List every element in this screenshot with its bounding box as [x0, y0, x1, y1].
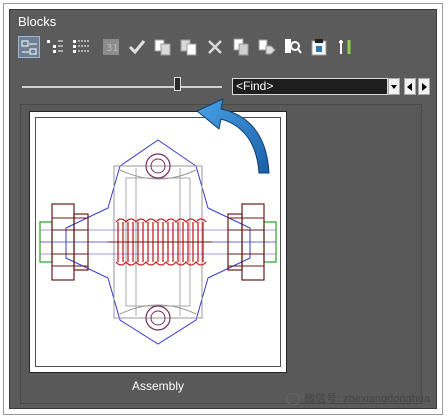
- scroll-left-icon[interactable]: [404, 78, 416, 95]
- find-dropdown-icon[interactable]: [388, 78, 400, 95]
- block-gallery: Assembly: [20, 98, 422, 404]
- tree-view-icon[interactable]: [44, 36, 66, 58]
- svg-text:31: 31: [106, 43, 119, 54]
- thumbnail-size-slider-track[interactable]: [22, 86, 222, 88]
- tools-icon[interactable]: [334, 36, 356, 58]
- checkmark-icon[interactable]: [126, 36, 148, 58]
- clipboard-icon[interactable]: [308, 36, 330, 58]
- insert-block-icon[interactable]: [152, 36, 174, 58]
- callout-arrow-icon: [196, 98, 270, 174]
- scroll-right-icon[interactable]: [418, 78, 430, 95]
- toolbar: 31: [18, 36, 428, 62]
- blocks-panel: Blocks 31 <Find> Assembly: [9, 9, 437, 409]
- replace-block-icon[interactable]: [178, 36, 200, 58]
- wechat-icon: [286, 393, 300, 406]
- panel-title: Blocks: [18, 14, 57, 29]
- copy-block-icon[interactable]: [230, 36, 252, 58]
- thumbnail-view-icon[interactable]: [18, 36, 40, 58]
- thumbnail-label: Assembly: [131, 379, 184, 393]
- watermark: 微信号: zhexiangdonghua: [286, 390, 430, 406]
- watermark-text: 微信号: zhexiangdonghua: [304, 393, 430, 405]
- list-view-icon[interactable]: [70, 36, 92, 58]
- tag-icon[interactable]: [256, 36, 278, 58]
- search-zoom-icon[interactable]: [282, 36, 304, 58]
- delete-icon[interactable]: [204, 36, 226, 58]
- block-editor-icon[interactable]: 31: [100, 36, 122, 58]
